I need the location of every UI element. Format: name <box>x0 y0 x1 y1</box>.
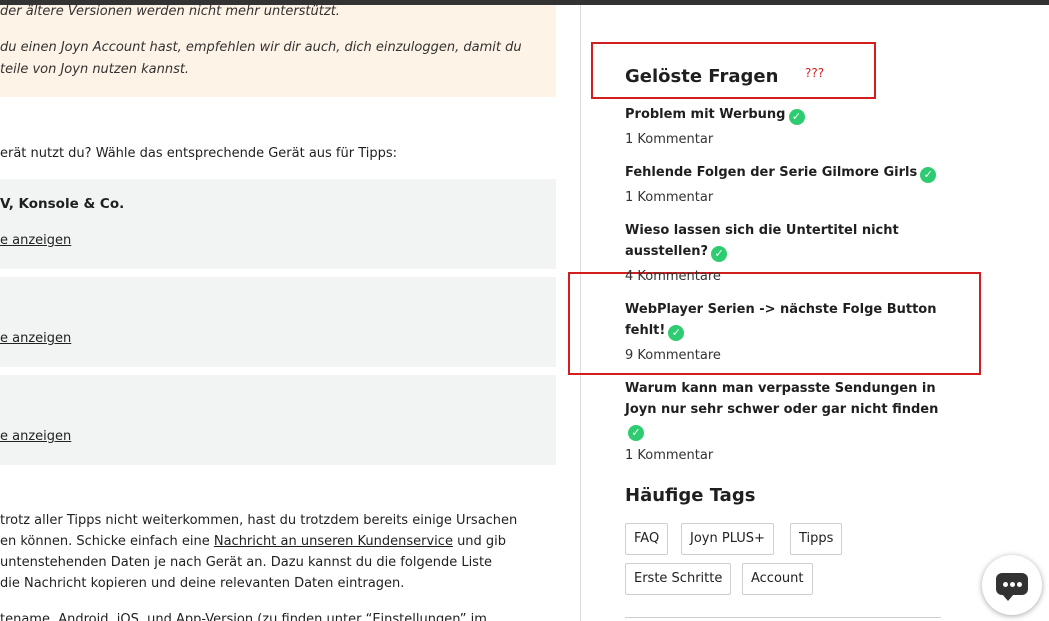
device-show-link[interactable]: e anzeigen <box>0 233 71 248</box>
body-line: tename, Android, iOS, und App-Version (z… <box>0 612 487 621</box>
tag-tipps[interactable]: Tipps <box>790 523 843 555</box>
solved-question-item[interactable]: Problem mit Werbung ✓ 1 Kommentar <box>625 104 955 150</box>
device-question: erät nutzt du? Wähle das entsprechende G… <box>0 146 398 161</box>
check-circle-icon: ✓ <box>711 246 728 262</box>
body-line: trotz aller Tipps nicht weiterkommen, ha… <box>0 513 518 528</box>
tag-account[interactable]: Account <box>742 563 813 595</box>
notice-line: du einen Joyn Account hast, empfehlen wi… <box>0 40 522 55</box>
solved-questions-title: Gelöste Fragen <box>625 66 779 87</box>
question-title[interactable]: Wieso lassen sich die Untertitel nicht a… <box>625 223 899 259</box>
body-line: en können. Schicke einfach eine Nachrich… <box>0 531 506 552</box>
chat-bubble-icon <box>996 573 1028 601</box>
notice-line: teile von Joyn nutzen kannst. <box>0 62 190 77</box>
question-title[interactable]: Problem mit Werbung <box>625 107 786 122</box>
comment-count: 1 Kommentar <box>625 448 714 463</box>
search-input-edge[interactable] <box>625 617 941 621</box>
tag-erste-schritte[interactable]: Erste Schritte <box>625 563 732 595</box>
question-title[interactable]: Warum kann man verpasste Sendungen in Jo… <box>625 381 938 417</box>
body-line: untenstehenden Daten je nach Gerät an. D… <box>0 555 493 570</box>
device-card[interactable]: e anzeigen <box>0 375 556 465</box>
solved-question-item[interactable]: Fehlende Folgen der Serie Gilmore Girls ✓… <box>625 162 955 208</box>
device-title: V, Konsole & Co. <box>0 196 125 212</box>
check-circle-icon: ✓ <box>668 325 685 341</box>
device-card[interactable]: e anzeigen <box>0 277 556 367</box>
solved-question-item[interactable]: WebPlayer Serien -> nächste Folge Button… <box>625 299 955 366</box>
comment-count: 4 Kommentare <box>625 269 721 284</box>
check-circle-icon: ✓ <box>628 425 644 441</box>
body-text: en können. Schicke einfach eine <box>0 534 214 549</box>
comment-count: 9 Kommentare <box>625 348 721 363</box>
solved-question-item[interactable]: Wieso lassen sich die Untertitel nicht a… <box>625 220 955 287</box>
customer-service-link[interactable]: Nachricht an unseren Kundenservice <box>214 534 453 549</box>
check-circle-icon: ✓ <box>920 167 937 183</box>
notice-box: der ältere Versionen werden nicht mehr u… <box>0 5 556 97</box>
notice-line: der ältere Versionen werden nicht mehr u… <box>0 5 340 19</box>
main-content: der ältere Versionen werden nicht mehr u… <box>0 5 580 621</box>
comment-count: 1 Kommentar <box>625 190 714 205</box>
device-show-link[interactable]: e anzeigen <box>0 429 71 444</box>
check-circle-icon: ✓ <box>788 109 805 125</box>
frequent-tags-title: Häufige Tags <box>625 485 756 506</box>
chat-button[interactable] <box>982 555 1042 615</box>
device-show-link[interactable]: e anzeigen <box>0 331 71 346</box>
comment-count: 1 Kommentar <box>625 132 714 147</box>
tag-faq[interactable]: FAQ <box>625 523 669 555</box>
device-card[interactable]: V, Konsole & Co. e anzeigen <box>0 179 556 269</box>
body-text: und gib <box>452 534 507 549</box>
tag-joyn-plus[interactable]: Joyn PLUS+ <box>681 523 774 555</box>
body-line: die Nachricht kopieren und deine relevan… <box>0 576 405 591</box>
solved-question-item[interactable]: Warum kann man verpasste Sendungen in Jo… <box>625 378 955 466</box>
annotation-text: ??? <box>805 66 825 80</box>
question-title[interactable]: Fehlende Folgen der Serie Gilmore Girls <box>625 165 917 180</box>
